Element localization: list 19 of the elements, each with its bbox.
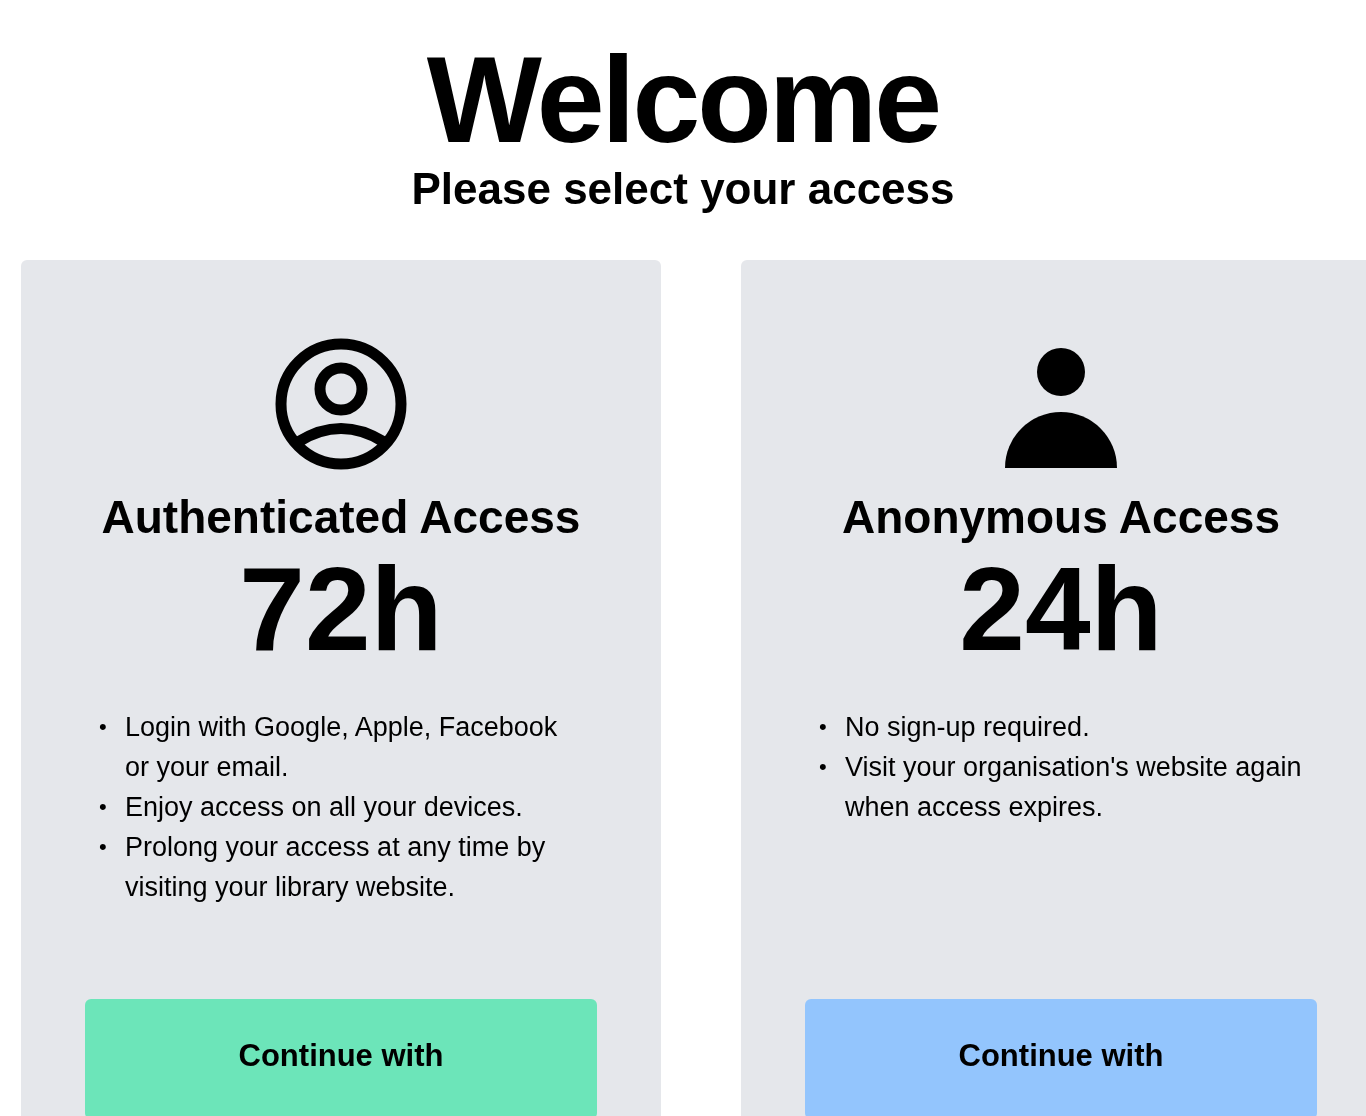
user-circle-icon [274,337,408,471]
list-item: Enjoy access on all your devices. [125,791,524,824]
card-title: Authenticated Access [101,490,581,545]
list-item: Login with Google, Apple, Facebook or your email. [125,711,559,784]
list-item: Prolong your access at any time by visiting your library website. [125,831,547,904]
duration: 72h [239,549,443,669]
continue-button[interactable]: Continue with [85,999,597,1116]
list-item: No sign-up required. [845,711,1091,744]
continue-button[interactable]: Continue with [805,999,1317,1116]
bullet: • [819,713,828,741]
bullet: • [819,753,828,781]
bullet: • [99,713,108,741]
list-item: Visit your organisation's website again when access expires. [845,751,1303,824]
duration: 24h [959,549,1163,669]
bullet: • [99,793,108,821]
page-title: Welcome [425,31,941,164]
page-subtitle: Please select your access [410,164,956,214]
bullet: • [99,833,108,861]
card-title: Anonymous Access [842,490,1280,545]
